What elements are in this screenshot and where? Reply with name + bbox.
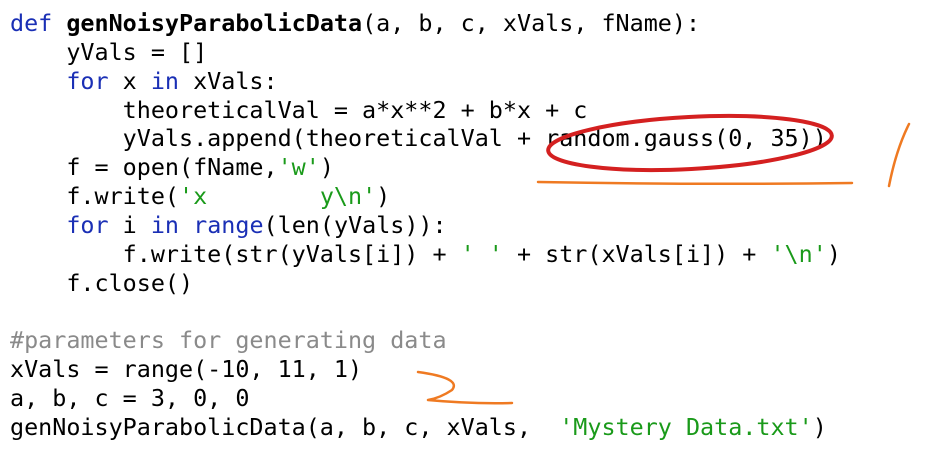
code-token: ) <box>812 412 827 441</box>
code-token: (len(yVals)): <box>263 210 447 239</box>
code-line: xVals = range(-10, 11, 1) <box>10 355 841 384</box>
code-line: f = open(fName,'w') <box>10 153 841 182</box>
code-listing: def genNoisyParabolicData(a, b, c, xVals… <box>10 9 841 442</box>
orange-slash-annotation <box>887 122 911 188</box>
code-line: yVals.append(theoreticalVal + random.gau… <box>10 124 841 153</box>
string-token: 'Mystery Data.txt' <box>559 412 813 441</box>
code-token: ) <box>376 182 391 211</box>
function-name-token: genNoisyParabolicData <box>66 9 363 37</box>
code-token: ) <box>826 239 841 268</box>
keyword-token: def <box>10 9 67 37</box>
string-token: ' ' <box>460 239 503 268</box>
code-token: f.close() <box>10 268 194 297</box>
code-line: f.write('x y\n') <box>10 182 841 211</box>
code-line: f.write(str(yVals[i]) + ' ' + str(xVals[… <box>10 240 841 269</box>
string-token: 'x y\n' <box>179 182 377 211</box>
code-line: #parameters for generating data <box>10 326 841 355</box>
code-token: a, b, c = 3, 0, 0 <box>10 383 250 412</box>
comment-token: #parameters for generating data <box>10 326 447 355</box>
code-token: theoreticalVal = a*x**2 + b*x + c <box>10 95 588 124</box>
code-line: for i in range(len(yVals)): <box>10 211 841 240</box>
code-token: i <box>108 210 151 239</box>
code-line: f.close() <box>10 269 841 298</box>
keyword-token: in <box>150 210 180 239</box>
code-token: f.write(str(yVals[i]) + <box>10 239 461 268</box>
keyword-token: range <box>193 210 264 239</box>
string-token: '\n' <box>770 239 827 268</box>
code-token: x <box>108 66 151 95</box>
code-token: f = open(fName, <box>10 153 278 182</box>
code-token: (a, b, c, xVals, fName): <box>362 9 701 37</box>
code-token: xVals: <box>179 66 278 95</box>
code-token: + str(xVals[i]) + <box>502 239 771 268</box>
keyword-token: for <box>66 210 109 239</box>
code-token: xVals = range(-10, 11, 1) <box>10 355 363 384</box>
code-token: yVals.append(theoreticalVal + random.gau… <box>10 124 827 153</box>
keyword-token: in <box>150 66 180 95</box>
code-line: def genNoisyParabolicData(a, b, c, xVals… <box>10 9 841 38</box>
code-line: a, b, c = 3, 0, 0 <box>10 384 841 413</box>
code-token: yVals = [] <box>10 37 208 66</box>
code-line: theoreticalVal = a*x**2 + b*x + c <box>10 96 841 125</box>
code-line: genNoisyParabolicData(a, b, c, xVals, 'M… <box>10 413 841 442</box>
code-token: f.write( <box>10 182 179 211</box>
code-line: for x in xVals: <box>10 67 841 96</box>
code-line: yVals = [] <box>10 38 841 67</box>
code-token: genNoisyParabolicData(a, b, c, xVals, <box>10 412 560 441</box>
string-token: 'w' <box>277 153 320 182</box>
keyword-token: for <box>66 66 109 95</box>
code-token: ) <box>319 153 334 182</box>
